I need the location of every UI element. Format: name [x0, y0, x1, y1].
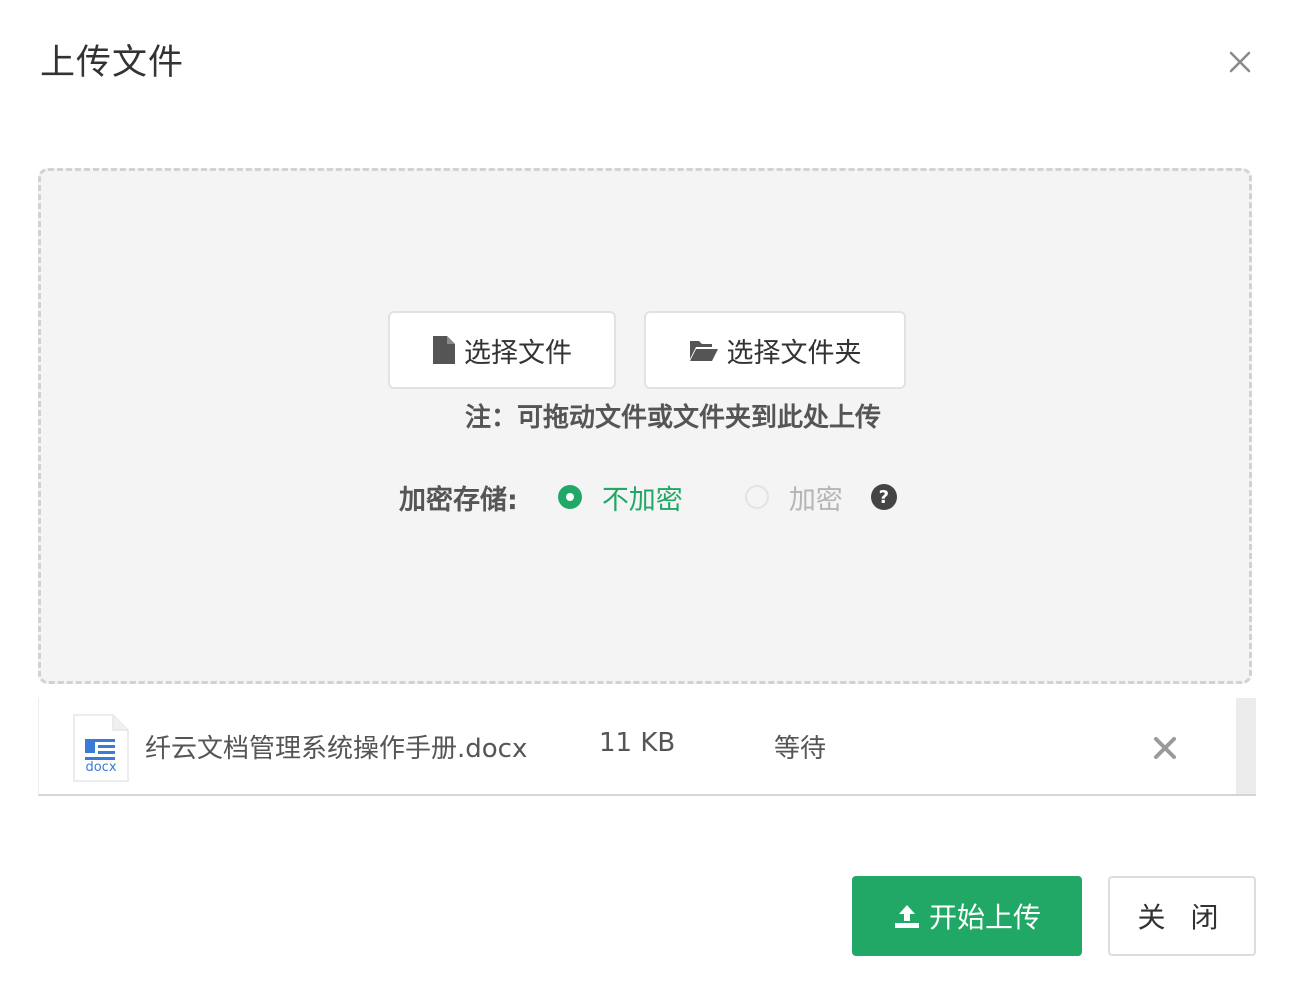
drop-hint: 注：可拖动文件或文件夹到此处上传 — [464, 403, 881, 433]
radio-encryption-label: 加密 — [788, 484, 843, 516]
radio-encryption[interactable]: 加密 — [744, 478, 843, 517]
remove-icon[interactable] — [1151, 734, 1179, 762]
file-status: 等待 — [774, 734, 827, 764]
start-upload-label: 开始上传 — [928, 901, 1041, 934]
upload-icon — [893, 903, 921, 929]
drop-zone[interactable]: 选择文件 选择文件夹 注：可拖动文件或文件夹到此处上传 加密存储: 不加密 加密 — [38, 168, 1252, 684]
folder-open-icon — [689, 338, 719, 362]
file-list-item: docx 纤云文档管理系统操作手册.docx 11 KB 等待 — [38, 698, 1256, 796]
select-file-button[interactable]: 选择文件 — [388, 311, 616, 389]
start-upload-button[interactable]: 开始上传 — [852, 876, 1082, 956]
radio-no-encryption[interactable]: 不加密 — [557, 478, 683, 517]
file-icon — [432, 335, 456, 365]
upload-dialog: 上传文件 选择文件 选择文件夹 注：可拖动文件或文件夹到此处上传 加密存储: 不… — [0, 0, 1296, 994]
close-button[interactable]: 关 闭 — [1108, 876, 1256, 956]
encryption-setting: 加密存储: 不加密 加密 ? — [399, 477, 897, 517]
radio-no-encryption-label: 不加密 — [601, 484, 683, 516]
select-folder-label: 选择文件夹 — [726, 337, 862, 369]
docx-file-icon: docx — [73, 714, 129, 782]
file-name: 纤云文档管理系统操作手册.docx — [145, 734, 528, 764]
encryption-label: 加密存储: — [399, 484, 518, 516]
file-size: 11 KB — [599, 728, 676, 758]
question-circle-icon[interactable]: ? — [870, 484, 897, 510]
file-extension-label: docx — [85, 760, 117, 775]
close-icon[interactable] — [1222, 44, 1258, 80]
file-list-scrollbar[interactable] — [1236, 698, 1256, 794]
select-file-label: 选择文件 — [464, 337, 572, 369]
radio-unselected-icon — [744, 485, 769, 509]
radio-selected-icon — [557, 485, 582, 509]
dialog-title: 上传文件 — [40, 43, 185, 83]
select-folder-button[interactable]: 选择文件夹 — [644, 311, 906, 389]
close-button-label: 关 闭 — [1137, 901, 1227, 934]
